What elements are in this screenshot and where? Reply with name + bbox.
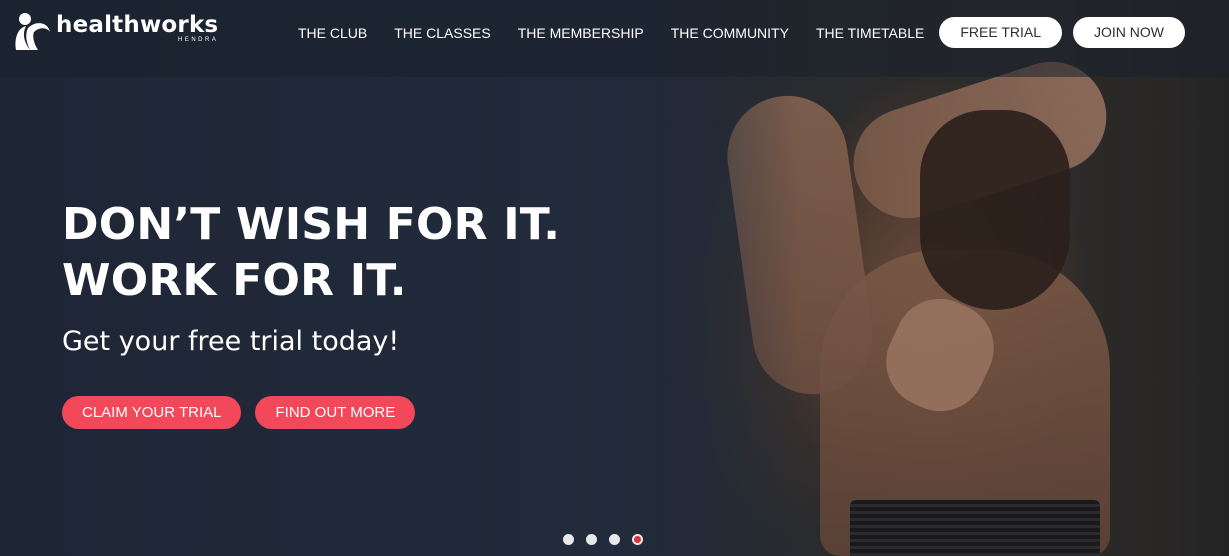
headline-line-2: WORK FOR IT.	[62, 255, 407, 306]
site-header: healthworks HENDRA THE CLUB THE CLASSES …	[0, 0, 1229, 77]
find-out-more-button[interactable]: FIND OUT MORE	[255, 396, 416, 429]
hero-banner: DON’T WISH FOR IT. WORK FOR IT. Get your…	[0, 0, 1229, 556]
nav-link-the-club[interactable]: THE CLUB	[298, 18, 367, 48]
healthworks-logo-icon	[12, 10, 52, 54]
claim-trial-button[interactable]: CLAIM YOUR TRIAL	[62, 396, 242, 429]
nav-link-the-community[interactable]: THE COMMUNITY	[671, 18, 789, 48]
main-nav: THE CLUB THE CLASSES THE MEMBERSHIP THE …	[298, 17, 1185, 48]
photo-fade	[600, 0, 800, 556]
hero-subheadline: Get your free trial today!	[62, 326, 400, 357]
join-now-button[interactable]: JOIN NOW	[1073, 17, 1185, 48]
carousel-dot-4[interactable]	[632, 534, 643, 545]
photo-garment-shape	[850, 500, 1100, 556]
nav-link-the-membership[interactable]: THE MEMBERSHIP	[518, 18, 644, 48]
carousel-dot-1[interactable]	[563, 534, 574, 545]
brand-location: HENDRA	[177, 37, 219, 43]
hero-cta-row: CLAIM YOUR TRIAL FIND OUT MORE	[62, 396, 416, 429]
hero-photo	[600, 0, 1229, 556]
free-trial-button[interactable]: FREE TRIAL	[939, 17, 1062, 48]
nav-link-the-timetable[interactable]: THE TIMETABLE	[816, 18, 924, 48]
logo-text: healthworks HENDRA	[56, 10, 218, 43]
brand-name: healthworks	[56, 12, 219, 38]
photo-hair-shape	[920, 110, 1070, 310]
hero-headline: DON’T WISH FOR IT. WORK FOR IT.	[62, 197, 560, 309]
site-logo[interactable]: healthworks HENDRA	[12, 10, 218, 60]
headline-line-1: DON’T WISH FOR IT.	[62, 199, 561, 250]
carousel-dots	[563, 534, 655, 545]
carousel-dot-3[interactable]	[609, 534, 620, 545]
carousel-dot-2[interactable]	[586, 534, 597, 545]
nav-link-the-classes[interactable]: THE CLASSES	[394, 18, 490, 48]
